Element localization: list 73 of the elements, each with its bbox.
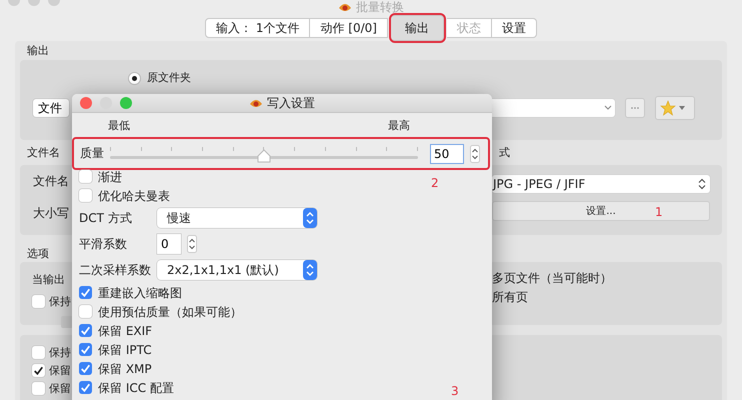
checkbox-label: 保留 XMP (98, 362, 152, 376)
path-combo[interactable] (492, 99, 615, 117)
option-label: DCT 方式 (79, 211, 133, 225)
checkbox-label: 渐进 (98, 170, 122, 184)
checkbox-label: 保持 (49, 346, 71, 359)
section-label: 式 (499, 146, 510, 160)
quality-input[interactable]: 50 (430, 144, 464, 164)
field-label: 文件名 (33, 174, 70, 188)
window-title: 批量转换 (356, 0, 404, 14)
eye-icon (338, 1, 352, 13)
checkbox-label: 保留 IPTC (98, 342, 152, 356)
checkbox[interactable] (32, 382, 45, 395)
option-label: 所有页 (492, 290, 529, 304)
number-input[interactable]: 0 (157, 234, 181, 254)
tab[interactable]: 输入： 1个文件 (205, 18, 310, 38)
checkbox[interactable] (79, 189, 92, 202)
scale-label: 最低 (108, 119, 130, 132)
stepper-icon[interactable] (470, 144, 480, 162)
annotation-number: 1 (655, 205, 663, 219)
tab[interactable]: 设置 (492, 18, 537, 38)
section-label: 选项 (27, 247, 49, 261)
section-label: 输出 (26, 45, 50, 57)
eye-icon (249, 97, 263, 109)
option-label: 二次采样系数 (79, 263, 151, 277)
ellipsis-icon (630, 106, 640, 110)
quality-label: 质量 (80, 145, 104, 162)
scale-label: 最高 (388, 119, 410, 132)
slider-thumb[interactable] (257, 148, 271, 162)
annotation-number: 3 (451, 384, 459, 398)
tab[interactable]: 动作 [0/0] (310, 18, 388, 38)
chevron-icon (303, 260, 317, 280)
checkbox[interactable] (79, 324, 92, 337)
annotation-number: 2 (431, 176, 439, 190)
dialog-title: 写入设置 (267, 94, 315, 112)
checkbox-label: 保持 (49, 295, 71, 308)
checkbox[interactable] (32, 364, 45, 377)
option-label: 平滑系数 (79, 237, 128, 251)
tab[interactable]: 输出 (390, 15, 444, 41)
checkbox[interactable] (79, 343, 92, 356)
zoom-button[interactable] (120, 97, 132, 109)
select-field[interactable]: 慢速 (157, 208, 317, 228)
checkbox[interactable] (79, 381, 92, 394)
checkbox[interactable] (32, 346, 45, 359)
format-popup[interactable]: JPG - JPEG / JFIF (492, 175, 710, 193)
option-label: 当输出 (32, 273, 66, 287)
checkbox-label: 优化哈夫曼表 (98, 188, 170, 202)
checkbox-label: 保留 ICC 配置 (98, 380, 174, 394)
quality-slider[interactable] (110, 146, 418, 160)
browse-button[interactable] (625, 98, 645, 118)
chevron-icon (303, 208, 317, 228)
checkbox-label: 保留 (49, 364, 71, 377)
section-label: 文件名 (27, 146, 60, 160)
radio-label: 原文件夹 (147, 71, 191, 85)
checkbox[interactable] (79, 170, 92, 183)
option-label: 多页文件（当可能时） (492, 271, 613, 285)
favorites-button[interactable] (655, 96, 695, 120)
checkbox-label: 保留 EXIF (98, 324, 152, 338)
checkbox[interactable] (79, 286, 92, 299)
field-label: 大小写 (33, 206, 70, 220)
checkbox-label: 重建嵌入缩略图 (98, 286, 182, 300)
folder-popup[interactable]: 文件 (33, 99, 69, 117)
checkbox-label: 使用预估质量（如果可能） (98, 304, 242, 318)
checkbox[interactable] (32, 295, 45, 308)
stepper-icon[interactable] (187, 235, 197, 253)
close-button[interactable] (80, 97, 92, 109)
checkbox[interactable] (79, 305, 92, 318)
chevron-icon (698, 178, 706, 190)
checkbox[interactable] (79, 362, 92, 375)
radio-button[interactable] (128, 72, 141, 84)
checkbox-label: 保留 (49, 382, 71, 395)
caret-icon (678, 105, 686, 111)
select-field[interactable]: 2x2,1x1,1x1 (默认) (157, 260, 317, 280)
star-icon (660, 100, 676, 116)
